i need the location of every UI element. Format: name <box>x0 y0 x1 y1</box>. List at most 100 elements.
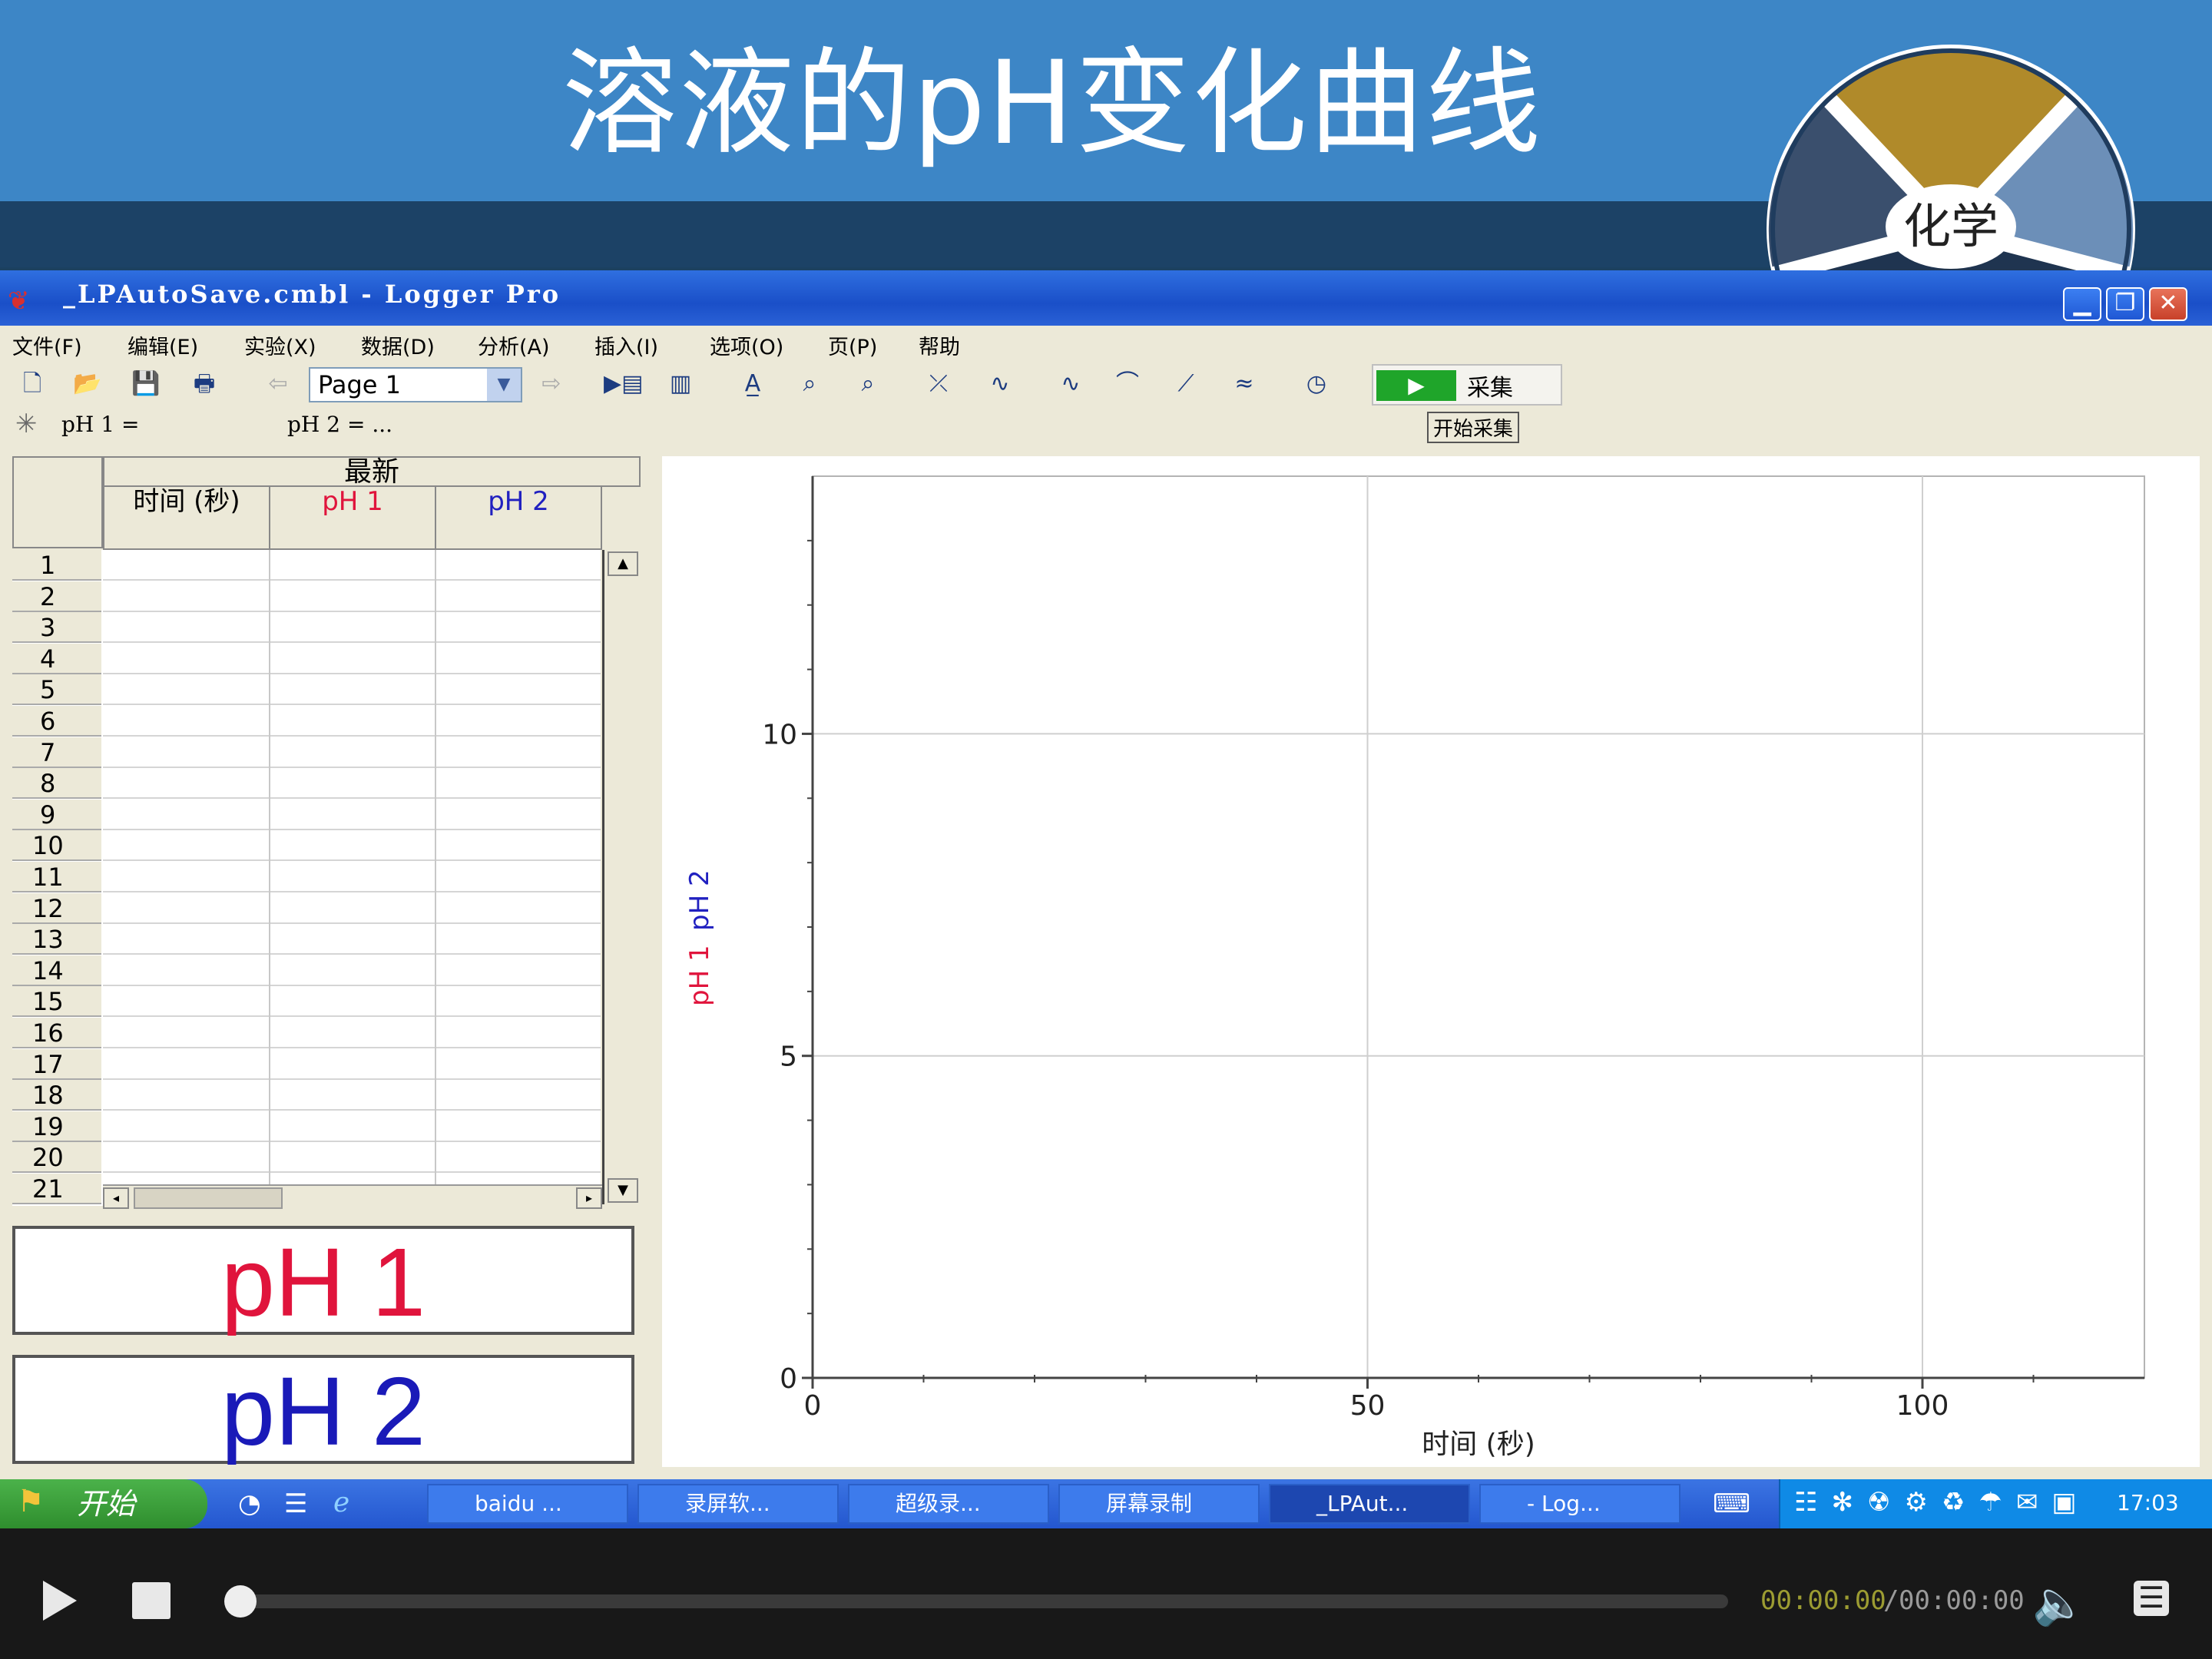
volume-icon[interactable]: 🔈 <box>2032 1578 2086 1628</box>
table-row <box>103 953 601 955</box>
linear-fit-icon[interactable]: ⟋ <box>1167 367 1204 401</box>
row-number[interactable]: 8 <box>12 768 101 799</box>
task-screen-record-label: 屏幕录制 <box>1106 1491 1193 1516</box>
autoscale-icon[interactable]: A̲ <box>734 367 771 401</box>
progress-knob[interactable] <box>224 1585 257 1618</box>
logo-label: 化学 <box>1886 184 2016 269</box>
play-icon[interactable] <box>43 1581 77 1621</box>
back-page-icon[interactable]: ⇦ <box>260 367 296 401</box>
table-row <box>103 673 601 674</box>
task-super-recorder[interactable]: 超级录... <box>848 1484 1049 1524</box>
task-screen-record[interactable]: 屏幕录制 <box>1058 1484 1260 1524</box>
quicklaunch-desktop-icon[interactable]: ◔ <box>238 1488 261 1519</box>
progress-track[interactable] <box>230 1594 1728 1608</box>
x-tick-label: 50 <box>1350 1390 1386 1422</box>
menu-data[interactable]: 数据(D) <box>361 330 435 360</box>
meter-ph2[interactable]: pH 2 <box>12 1355 634 1465</box>
row-number[interactable]: 19 <box>12 1111 101 1142</box>
row-number[interactable]: 20 <box>12 1142 101 1173</box>
row-number[interactable]: 11 <box>12 862 101 892</box>
close-button[interactable]: ✕ <box>2149 287 2187 321</box>
scroll-up-icon[interactable]: ▲ <box>608 551 638 576</box>
table-group-header: 最新 <box>103 456 641 487</box>
meter-ph1[interactable]: pH 1 <box>12 1226 634 1336</box>
table-row <box>103 704 601 705</box>
y-tick-label: 10 <box>762 719 797 750</box>
print-icon[interactable]: 🖶 <box>186 367 223 401</box>
vertical-scrollbar[interactable]: ▲ ▼ <box>602 550 639 1204</box>
task-logger-pro[interactable]: - Log... <box>1479 1484 1681 1524</box>
task-recorder-software[interactable]: 录屏软... <box>637 1484 839 1524</box>
row-number[interactable]: 17 <box>12 1049 101 1080</box>
maximize-button[interactable]: ❐ <box>2106 287 2144 321</box>
menu-analyze[interactable]: 分析(A) <box>478 330 550 360</box>
column-header-ph1[interactable]: pH 1 <box>269 485 436 550</box>
row-number[interactable]: 1 <box>12 550 101 581</box>
tangent-icon[interactable]: ∿ <box>982 367 1018 401</box>
stop-icon[interactable] <box>132 1582 171 1619</box>
task-lpautosave[interactable]: _LPAut... <box>1269 1484 1470 1524</box>
data-collection-icon[interactable]: ◷ <box>1298 367 1335 401</box>
chevron-down-icon[interactable]: ▼ <box>487 369 521 401</box>
column-header-ph2[interactable]: pH 2 <box>435 485 602 550</box>
sensor-ph1-reading: pH 1 = <box>61 412 140 437</box>
integral-icon[interactable]: ⌒ <box>1109 367 1146 401</box>
row-number[interactable]: 6 <box>12 706 101 737</box>
quicklaunch-list-icon[interactable]: ☰ <box>284 1488 307 1519</box>
save-icon[interactable]: 💾 <box>127 367 164 401</box>
row-number[interactable]: 4 <box>12 644 101 674</box>
task-baidu[interactable]: baidu ... <box>427 1484 628 1524</box>
windows-flag-icon: ⚑ <box>17 1484 45 1519</box>
column-header-time[interactable]: 时间 (秒) <box>103 485 270 550</box>
row-number[interactable]: 13 <box>12 924 101 955</box>
new-file-icon[interactable]: 🗋 <box>14 367 51 401</box>
examine-icon[interactable]: ⤫ <box>920 367 957 401</box>
row-number[interactable]: 21 <box>12 1174 101 1204</box>
menu-edit[interactable]: 编辑(E) <box>127 330 198 360</box>
minimize-button[interactable]: ▁ <box>2063 287 2101 321</box>
x-tick-label: 0 <box>804 1390 822 1422</box>
x-axis-label: 时间 (秒) <box>1422 1429 1535 1460</box>
table-row <box>103 1109 601 1111</box>
keyboard-icon[interactable]: ⌨ <box>1713 1488 1750 1519</box>
row-number[interactable]: 15 <box>12 986 101 1017</box>
zoom-out-icon[interactable]: ⌕ <box>849 367 886 401</box>
menu-file[interactable]: 文件(F) <box>12 330 82 360</box>
menu-insert[interactable]: 插入(I) <box>594 330 658 360</box>
row-number[interactable]: 9 <box>12 800 101 830</box>
column-divider <box>435 550 436 1204</box>
menu-page[interactable]: 页(P) <box>828 330 877 360</box>
scroll-right-icon[interactable]: ▸ <box>576 1187 602 1209</box>
menu-experiment[interactable]: 实验(X) <box>244 330 316 360</box>
table-row <box>103 579 601 581</box>
curve-fit-icon[interactable]: ≈ <box>1226 367 1263 401</box>
tray-icons[interactable]: ☷✻☢⚙♻☂✉▣ <box>1794 1487 2091 1518</box>
row-number[interactable]: 3 <box>12 612 101 643</box>
quicklaunch-ie-icon[interactable]: ℯ <box>333 1487 349 1518</box>
scroll-down-icon[interactable]: ▼ <box>608 1178 638 1203</box>
row-number[interactable]: 18 <box>12 1080 101 1111</box>
y-axis-label-ph1: pH 1 <box>684 945 715 1006</box>
scroll-thumb[interactable] <box>134 1187 283 1209</box>
row-number[interactable]: 5 <box>12 674 101 705</box>
player-menu-icon[interactable]: ☰ <box>2134 1581 2169 1616</box>
row-number[interactable]: 7 <box>12 737 101 768</box>
ph-graph[interactable]: 0 50 100 0 5 10 时间 (秒) pH 1 pH 2 <box>662 456 2200 1467</box>
table-row <box>103 985 601 986</box>
row-number[interactable]: 14 <box>12 955 101 986</box>
statistics-icon[interactable]: ∿ <box>1052 367 1089 401</box>
horizontal-scrollbar[interactable]: ◂ ▸ <box>103 1184 602 1209</box>
table-icon[interactable]: ▶▤ <box>604 367 643 401</box>
row-number[interactable]: 12 <box>12 893 101 924</box>
open-folder-icon[interactable]: 📂 <box>69 367 106 401</box>
scroll-left-icon[interactable]: ◂ <box>103 1187 129 1209</box>
row-number[interactable]: 16 <box>12 1018 101 1048</box>
forward-page-icon[interactable]: ⇨ <box>533 367 570 401</box>
menu-options[interactable]: 选项(O) <box>710 330 783 360</box>
meter-icon[interactable]: ▥ <box>662 367 699 401</box>
row-number[interactable]: 10 <box>12 830 101 861</box>
play-collect-icon[interactable]: ▶ <box>1376 370 1456 401</box>
menu-help[interactable]: 帮助 <box>919 330 960 360</box>
row-number[interactable]: 2 <box>12 581 101 612</box>
zoom-in-icon[interactable]: ⌕ <box>791 367 828 401</box>
